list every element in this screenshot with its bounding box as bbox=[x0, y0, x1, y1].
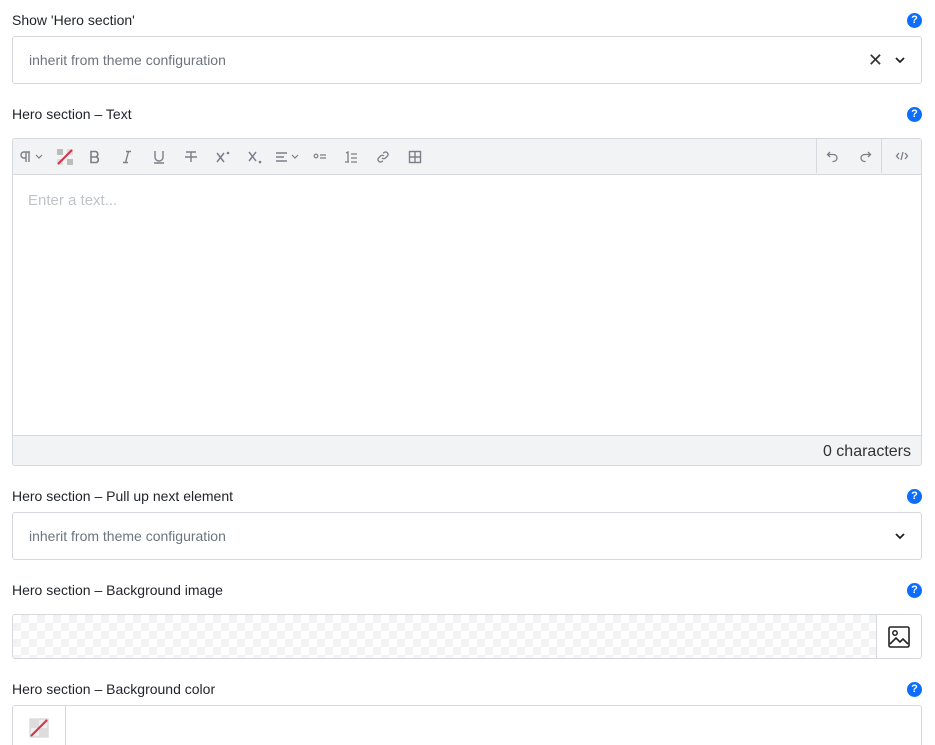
character-count: 0 characters bbox=[822, 442, 911, 460]
clear-format-button[interactable] bbox=[51, 140, 79, 174]
hero-text-label: Hero section – Text bbox=[12, 106, 132, 122]
undo-icon bbox=[826, 151, 838, 163]
pull-up-label: Hero section – Pull up next element bbox=[12, 488, 234, 504]
help-icon[interactable]: ? bbox=[907, 582, 922, 598]
bullet-list-icon bbox=[313, 153, 326, 159]
code-icon bbox=[895, 151, 908, 161]
numbered-list-button[interactable] bbox=[335, 140, 367, 174]
choose-image-button[interactable] bbox=[876, 615, 921, 658]
link-button[interactable] bbox=[367, 140, 399, 174]
italic-button[interactable] bbox=[111, 140, 143, 174]
superscript-button[interactable] bbox=[207, 140, 239, 174]
paragraph-icon bbox=[20, 150, 43, 162]
paragraph-format-button[interactable] bbox=[13, 140, 51, 174]
image-icon bbox=[888, 625, 910, 648]
bg-color-field: Hero section – Background color ? bbox=[12, 679, 922, 745]
clear-format-icon bbox=[57, 148, 73, 165]
strikethrough-button[interactable] bbox=[175, 140, 207, 174]
bold-button[interactable] bbox=[79, 140, 111, 174]
pull-up-value: inherit from theme configuration bbox=[29, 528, 226, 544]
bg-image-field: Hero section – Background image ? bbox=[12, 580, 922, 659]
help-icon[interactable]: ? bbox=[907, 681, 922, 697]
chevron-down-icon[interactable] bbox=[893, 529, 907, 543]
help-icon[interactable]: ? bbox=[907, 488, 922, 504]
editor-content-area[interactable]: Enter a text... bbox=[13, 175, 921, 435]
bold-icon bbox=[90, 150, 100, 163]
link-icon bbox=[377, 150, 389, 163]
redo-button[interactable] bbox=[849, 139, 881, 173]
table-button[interactable] bbox=[399, 140, 431, 174]
help-icon[interactable]: ? bbox=[907, 106, 922, 122]
help-icon[interactable]: ? bbox=[907, 12, 922, 28]
pull-up-select[interactable]: inherit from theme configuration bbox=[12, 512, 922, 560]
show-hero-value: inherit from theme configuration bbox=[29, 52, 226, 68]
color-value-input[interactable] bbox=[66, 706, 921, 745]
chevron-down-icon[interactable] bbox=[893, 53, 907, 67]
italic-icon bbox=[123, 150, 131, 163]
subscript-button[interactable] bbox=[239, 140, 271, 174]
pull-up-field: Hero section – Pull up next element ? in… bbox=[12, 486, 922, 560]
subscript-icon bbox=[248, 151, 262, 163]
image-preview bbox=[13, 615, 876, 658]
bg-color-input[interactable] bbox=[12, 705, 922, 745]
hero-text-field: Hero section – Text ? Enter a text... 0 … bbox=[12, 104, 922, 466]
undo-button[interactable] bbox=[816, 139, 849, 173]
align-left-icon bbox=[276, 151, 299, 162]
superscript-icon bbox=[216, 151, 230, 162]
bg-color-label: Hero section – Background color bbox=[12, 681, 216, 697]
bullet-list-button[interactable] bbox=[305, 140, 335, 174]
table-icon bbox=[408, 150, 422, 163]
clear-icon[interactable]: ✕ bbox=[868, 51, 883, 69]
source-code-button[interactable] bbox=[881, 139, 921, 173]
underline-button[interactable] bbox=[143, 140, 175, 174]
show-hero-select[interactable]: inherit from theme configuration ✕ bbox=[12, 36, 922, 84]
redo-icon bbox=[860, 151, 872, 163]
editor-toolbar bbox=[13, 139, 921, 175]
bg-image-label: Hero section – Background image bbox=[12, 582, 223, 598]
editor-placeholder: Enter a text... bbox=[28, 192, 118, 209]
editor-statusbar: 0 characters bbox=[13, 435, 921, 465]
show-hero-label: Show 'Hero section' bbox=[12, 12, 135, 28]
numbered-list-icon bbox=[345, 150, 357, 163]
bg-image-input[interactable] bbox=[12, 614, 922, 659]
no-color-icon bbox=[29, 718, 49, 738]
align-button[interactable] bbox=[271, 140, 305, 174]
strikethrough-icon bbox=[185, 150, 197, 162]
color-swatch-button[interactable] bbox=[13, 706, 66, 745]
rich-text-editor: Enter a text... 0 characters bbox=[12, 138, 922, 466]
show-hero-field: Show 'Hero section' ? inherit from theme… bbox=[12, 10, 922, 84]
underline-icon bbox=[154, 150, 164, 164]
